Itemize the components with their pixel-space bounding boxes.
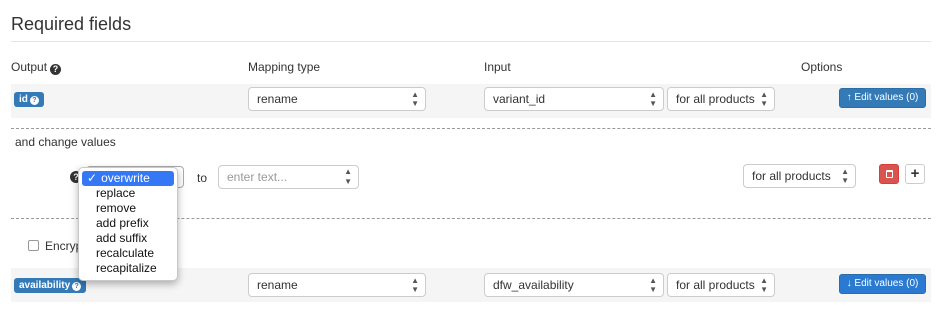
edit-values-label: Edit values (0) <box>854 278 919 289</box>
section-title: Required fields <box>11 14 132 34</box>
menu-item-replace[interactable]: replace <box>79 186 177 201</box>
arrow-down-icon: ↓ <box>846 278 852 289</box>
select-arrows-icon: ▲▼ <box>411 276 419 294</box>
edit-values-button[interactable]: ↓ Edit values (0) <box>839 274 926 294</box>
encrypt-checkbox[interactable] <box>28 240 39 251</box>
menu-item-add-prefix[interactable]: add prefix <box>79 216 177 231</box>
change-values-label: and change values <box>15 135 116 149</box>
edit-values-label: Edit values (0) <box>854 92 919 103</box>
trash-icon <box>886 170 893 178</box>
header-output: Output? <box>11 60 62 75</box>
scope-select[interactable]: for all products ▲ ▼ <box>667 273 775 297</box>
arrow-up-icon: ↑ <box>846 92 852 103</box>
menu-item-recapitalize[interactable]: recapitalize <box>79 261 177 276</box>
input-value: variant_id <box>493 92 546 106</box>
change-value-placeholder: enter text... <box>227 170 288 184</box>
scope-select[interactable]: for all products ▲ ▼ <box>667 87 775 111</box>
encrypt-label: Encryp <box>45 239 83 253</box>
mapping-type-select[interactable]: rename ▲ ▼ <box>248 273 426 297</box>
badge-label: id <box>19 94 28 105</box>
add-button[interactable]: + <box>905 164 925 184</box>
change-value-input[interactable]: enter text... ▲ ▼ <box>218 165 359 189</box>
menu-item-add-suffix[interactable]: add suffix <box>79 231 177 246</box>
to-label: to <box>197 171 208 185</box>
scope-value: for all products <box>676 278 755 292</box>
header-output-label: Output <box>11 60 48 74</box>
mapping-type-value: rename <box>257 278 298 292</box>
header-input: Input <box>484 60 511 74</box>
scope-value: for all products <box>676 92 755 106</box>
help-icon[interactable]: ? <box>29 96 39 105</box>
input-select[interactable]: dfw_availability ▲ ▼ <box>484 273 664 297</box>
input-select[interactable]: variant_id ▲ ▼ <box>484 87 664 111</box>
select-arrows-icon: ▲▼ <box>841 167 849 185</box>
select-arrows-icon: ▲▼ <box>760 90 768 108</box>
divider-dashed <box>11 128 931 129</box>
select-arrows-icon: ▲▼ <box>411 90 419 108</box>
title-divider <box>11 41 931 42</box>
mapping-type-value: rename <box>257 92 298 106</box>
menu-item-overwrite[interactable]: ✓ overwrite <box>82 171 174 186</box>
output-badge-availability: availability? <box>14 278 87 293</box>
help-icon[interactable]: ? <box>72 282 82 291</box>
input-value: dfw_availability <box>493 278 574 292</box>
select-arrows-icon: ▲▼ <box>649 276 657 294</box>
menu-item-label: overwrite <box>101 171 150 185</box>
delete-button[interactable] <box>879 164 899 184</box>
header-options: Options <box>801 60 843 74</box>
change-scope-select[interactable]: for all products ▲ ▼ <box>743 164 856 188</box>
output-badge-id: id? <box>14 92 44 107</box>
mapping-type-select[interactable]: rename ▲ ▼ <box>248 87 426 111</box>
help-icon[interactable]: ? <box>50 64 62 75</box>
select-arrows-icon: ▲▼ <box>649 90 657 108</box>
edit-values-button[interactable]: ↑ Edit values (0) <box>839 88 926 108</box>
checkmark-icon: ✓ <box>87 171 98 185</box>
header-mapping-type: Mapping type <box>248 60 321 74</box>
badge-label: availability <box>19 280 71 291</box>
change-scope-value: for all products <box>752 169 831 183</box>
menu-item-remove[interactable]: remove <box>79 201 177 216</box>
change-mode-menu: ✓ overwrite replace remove add prefix add… <box>78 167 178 281</box>
row-id-band <box>11 84 931 118</box>
select-arrows-icon: ▲▼ <box>760 276 768 294</box>
menu-item-recalculate[interactable]: recalculate <box>79 246 177 261</box>
select-arrows-icon: ▲▼ <box>344 167 352 186</box>
